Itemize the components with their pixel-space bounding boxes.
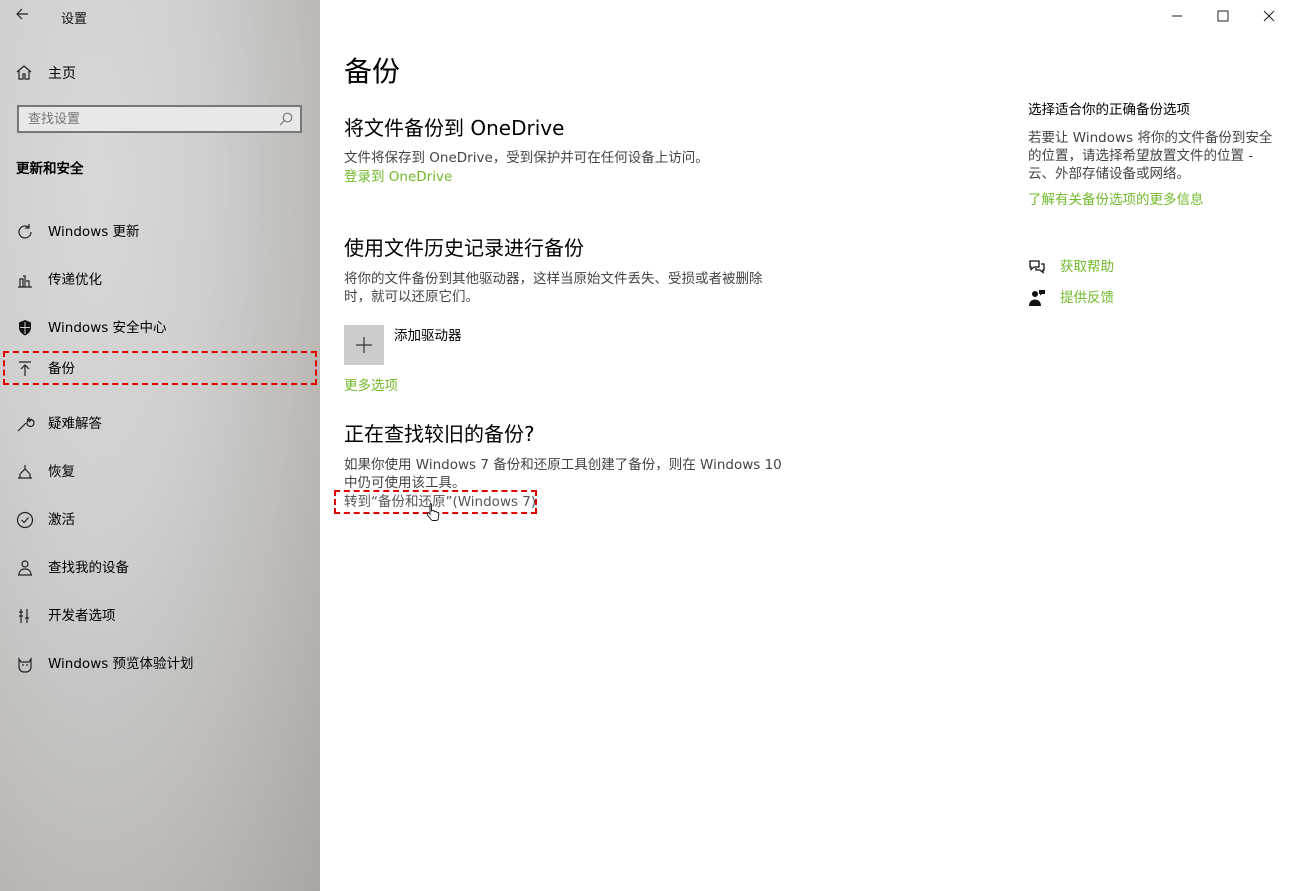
minimize-icon — [1172, 15, 1182, 17]
home-label: 主页 — [48, 66, 76, 82]
sidebar-nav: Windows 更新 传递优化 Windows 安全中心 备份 疑难解答 恢复 … — [0, 208, 320, 688]
feedback-row[interactable]: 提供反馈 — [1028, 289, 1114, 307]
minimize-button[interactable] — [1154, 0, 1200, 32]
add-drive-label: 添加驱动器 — [394, 328, 462, 344]
close-button[interactable] — [1246, 0, 1292, 32]
hand-cursor-icon — [426, 503, 440, 521]
sidebar-item-label: 备份 — [48, 361, 75, 377]
person-location-icon — [18, 560, 32, 576]
sidebar-item-label: 疑难解答 — [48, 416, 102, 432]
sidebar-item-find-my-device[interactable]: 查找我的设备 — [0, 544, 320, 592]
onedrive-signin-link[interactable]: 登录到 OneDrive — [344, 168, 452, 186]
window-controls — [1154, 0, 1292, 32]
sidebar-item-label: 开发者选项 — [48, 608, 116, 624]
sidebar: 设置 主页 更新和安全 Windows 更新 传递优化 Windows 安全中心… — [0, 0, 320, 891]
sidebar-item-label: Windows 预览体验计划 — [48, 656, 194, 672]
related-description: 若要让 Windows 将你的文件备份到安全的位置，请选择希望放置文件的位置 -… — [1028, 130, 1273, 182]
refresh-icon — [18, 224, 32, 239]
related-heading: 选择适合你的正确备份选项 — [1028, 102, 1190, 118]
sidebar-item-activation[interactable]: 激活 — [0, 496, 320, 544]
sidebar-item-label: 恢复 — [48, 464, 75, 480]
sidebar-item-label: Windows 安全中心 — [48, 320, 167, 336]
plus-icon — [356, 337, 372, 353]
add-drive-button[interactable]: 添加驱动器 — [344, 325, 462, 365]
back-arrow-icon — [16, 8, 28, 20]
sidebar-item-windows-insider[interactable]: Windows 预览体验计划 — [0, 640, 320, 688]
sidebar-item-recovery[interactable]: 恢复 — [0, 448, 320, 496]
delivery-optimization-icon — [18, 275, 32, 288]
back-button[interactable] — [15, 6, 35, 26]
sidebar-item-delivery-optimization[interactable]: 传递优化 — [0, 256, 320, 304]
wrench-icon — [17, 417, 35, 432]
close-icon — [1263, 10, 1275, 22]
onedrive-description: 文件将保存到 OneDrive，受到保护并可在任何设备上访问。 — [344, 150, 709, 166]
add-drive-tile — [344, 325, 384, 365]
feedback-person-icon — [1029, 290, 1045, 306]
get-help-row[interactable]: 获取帮助 — [1028, 258, 1114, 276]
shield-icon — [19, 320, 31, 336]
checkmark-circle-icon — [16, 511, 34, 529]
chat-help-icon — [1029, 260, 1045, 274]
file-history-heading: 使用文件历史记录进行备份 — [344, 236, 584, 260]
sidebar-item-developer-options[interactable]: 开发者选项 — [0, 592, 320, 640]
home-icon — [16, 65, 32, 80]
insider-cat-icon — [18, 657, 32, 673]
sidebar-item-label: 激活 — [48, 512, 75, 528]
more-options-link[interactable]: 更多选项 — [344, 377, 398, 395]
app-title: 设置 — [61, 12, 88, 27]
search-input[interactable] — [28, 110, 268, 128]
maximize-button[interactable] — [1200, 0, 1246, 32]
sidebar-item-label: 传递优化 — [48, 272, 102, 288]
sidebar-item-troubleshoot[interactable]: 疑难解答 — [0, 400, 320, 448]
older-backup-description: 如果你使用 Windows 7 备份和还原工具创建了备份，则在 Windows … — [344, 457, 782, 491]
file-history-description: 将你的文件备份到其他驱动器，这样当原始文件丢失、受损或者被删除时，就可以还原它们… — [344, 271, 763, 305]
sidebar-item-label: Windows 更新 — [48, 224, 140, 240]
sidebar-item-windows-security[interactable]: Windows 安全中心 — [0, 304, 320, 352]
backup-restore-link-highlight: 转到“备份和还原”(Windows 7) — [334, 490, 537, 521]
home-nav-item[interactable]: 主页 — [14, 62, 76, 84]
learn-more-backup-link[interactable]: 了解有关备份选项的更多信息 — [1028, 191, 1204, 209]
older-backup-heading: 正在查找较旧的备份? — [344, 422, 535, 446]
search-box[interactable] — [17, 105, 302, 133]
developer-tools-icon — [19, 609, 29, 623]
search-icon[interactable] — [278, 111, 294, 127]
page-title: 备份 — [344, 55, 401, 88]
onedrive-heading: 将文件备份到 OneDrive — [344, 116, 565, 140]
sidebar-item-label: 查找我的设备 — [48, 560, 129, 576]
sidebar-item-backup[interactable]: 备份 — [0, 351, 320, 400]
recovery-icon — [18, 465, 32, 479]
get-help-link[interactable]: 获取帮助 — [1060, 258, 1114, 276]
maximize-icon — [1217, 10, 1229, 22]
backup-arrow-icon — [19, 361, 31, 376]
feedback-link[interactable]: 提供反馈 — [1060, 289, 1114, 307]
section-title: 更新和安全 — [16, 161, 84, 177]
sidebar-item-windows-update[interactable]: Windows 更新 — [0, 208, 320, 256]
